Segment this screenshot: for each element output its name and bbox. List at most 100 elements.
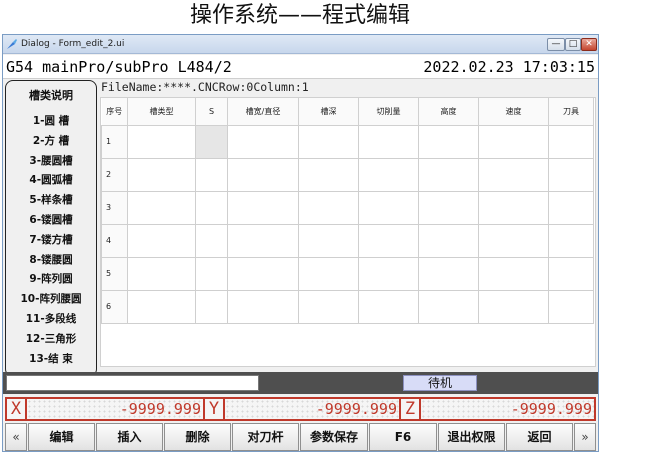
table-cell[interactable] <box>227 289 299 324</box>
table-cell[interactable] <box>227 124 299 159</box>
y-axis-label: Y <box>203 397 225 421</box>
table-cell[interactable] <box>478 256 549 291</box>
table-cell[interactable] <box>127 124 196 159</box>
table-cell[interactable] <box>227 190 299 225</box>
table-cell[interactable] <box>127 190 196 225</box>
table-cell[interactable] <box>195 289 228 324</box>
legend-list: 1-圆 槽 2-方 槽 3-腰圆槽 4-圆弧槽 5-样条槽 6-镂圆槽 7-镂方… <box>6 112 96 369</box>
table-cell[interactable] <box>127 289 196 324</box>
tool-setting-button[interactable]: 对刀杆 <box>232 423 299 451</box>
table-row: 2 <box>101 157 594 192</box>
table-cell[interactable] <box>358 256 419 291</box>
table-cell[interactable] <box>418 289 479 324</box>
table-cell[interactable] <box>478 223 549 258</box>
legend-item: 5-样条槽 <box>29 194 73 207</box>
table-cell[interactable] <box>478 124 549 159</box>
prev-page-button[interactable]: « <box>5 423 27 451</box>
legend-item: 8-镂腰圆 <box>29 253 73 266</box>
machine-state-indicator: 待机 <box>403 375 477 391</box>
table-cell[interactable] <box>358 124 419 159</box>
slot-table: 序号 槽类型 S 槽宽/直径 槽深 切削量 高度 速度 刀具 1 2 3 4 5… <box>101 98 594 324</box>
table-cell[interactable] <box>548 124 594 159</box>
col-header-tool: 刀具 <box>548 98 594 126</box>
table-cell[interactable] <box>195 256 228 291</box>
table-cell[interactable] <box>548 256 594 291</box>
delete-button[interactable]: 删除 <box>164 423 231 451</box>
back-button[interactable]: 返回 <box>506 423 573 451</box>
legend-item: 10-阵列腰圆 <box>20 293 82 306</box>
col-header-index: 序号 <box>101 98 128 126</box>
table-cell[interactable] <box>418 124 479 159</box>
table-row: 1 <box>101 124 594 159</box>
z-axis-label: Z <box>399 397 421 421</box>
legend-item: 4-圆弧槽 <box>29 174 73 187</box>
table-cell[interactable] <box>478 190 549 225</box>
f6-button[interactable]: F6 <box>369 423 437 451</box>
status-bar: G54 mainPro/subPro L484/2 2022.02.23 17:… <box>3 55 598 79</box>
table-cell[interactable] <box>478 157 549 192</box>
legend-item: 2-方 槽 <box>32 134 70 147</box>
table-cell[interactable] <box>227 223 299 258</box>
table-cell[interactable] <box>127 223 196 258</box>
table-cell[interactable] <box>418 223 479 258</box>
table-cell[interactable] <box>298 289 359 324</box>
table-cell-selected[interactable] <box>195 124 228 159</box>
table-header-row: 序号 槽类型 S 槽宽/直径 槽深 切削量 高度 速度 刀具 <box>101 98 594 126</box>
minimize-button[interactable]: — <box>547 38 565 51</box>
table-cell[interactable] <box>127 256 196 291</box>
table-cell[interactable] <box>195 190 228 225</box>
command-input[interactable] <box>6 375 259 391</box>
window-title: Dialog - Form_edit_2.ui <box>21 39 125 49</box>
page-title: 操作系统——程式编辑 <box>189 3 410 28</box>
table-cell[interactable] <box>418 256 479 291</box>
table-cell[interactable] <box>358 190 419 225</box>
table-cell[interactable] <box>418 157 479 192</box>
softkey-bar: « 编辑 插入 删除 对刀杆 参数保存 F6 退出权限 返回 » <box>3 423 598 451</box>
maximize-icon: □ <box>568 39 578 49</box>
table-cell[interactable] <box>478 289 549 324</box>
table-cell[interactable] <box>195 223 228 258</box>
slot-type-legend: 槽类说明 1-圆 槽 2-方 槽 3-腰圆槽 4-圆弧槽 5-样条槽 6-镂圆槽… <box>5 80 97 377</box>
col-header-depth: 槽深 <box>298 98 359 126</box>
table-cell[interactable] <box>298 256 359 291</box>
table-cell[interactable] <box>358 157 419 192</box>
table-cell[interactable] <box>298 223 359 258</box>
close-button[interactable]: ✕ <box>581 38 597 51</box>
window-titlebar[interactable]: Dialog - Form_edit_2.ui — □ ✕ <box>3 35 598 54</box>
row-index: 5 <box>101 256 128 291</box>
table-cell[interactable] <box>298 190 359 225</box>
legend-item: 3-腰圆槽 <box>29 154 73 167</box>
table-cell[interactable] <box>548 157 594 192</box>
input-bar: 待机 <box>3 372 598 394</box>
table-cell[interactable] <box>127 157 196 192</box>
minimize-icon: — <box>551 39 561 49</box>
table-cell[interactable] <box>548 223 594 258</box>
table-cell[interactable] <box>298 124 359 159</box>
table-cell[interactable] <box>195 157 228 192</box>
table-cell[interactable] <box>227 256 299 291</box>
row-index: 3 <box>101 190 128 225</box>
table-row: 6 <box>101 289 594 324</box>
next-page-button[interactable]: » <box>574 423 596 451</box>
legend-item: 1-圆 槽 <box>32 115 70 127</box>
slot-table-area[interactable]: 序号 槽类型 S 槽宽/直径 槽深 切削量 高度 速度 刀具 1 2 3 4 5… <box>100 97 596 367</box>
save-params-button[interactable]: 参数保存 <box>300 423 368 451</box>
legend-title: 槽类说明 <box>29 89 73 102</box>
col-header-width-diameter: 槽宽/直径 <box>227 98 299 126</box>
exit-permission-button[interactable]: 退出权限 <box>438 423 505 451</box>
legend-item: 13-结 束 <box>29 352 73 365</box>
col-header-height: 高度 <box>418 98 479 126</box>
qt-designer-icon <box>7 39 17 49</box>
table-cell[interactable] <box>418 190 479 225</box>
col-header-cut-amount: 切削量 <box>358 98 419 126</box>
table-cell[interactable] <box>548 190 594 225</box>
edit-button[interactable]: 编辑 <box>28 423 95 451</box>
table-cell[interactable] <box>358 289 419 324</box>
datetime-display: 2022.02.23 17:03:15 <box>423 58 595 76</box>
insert-button[interactable]: 插入 <box>96 423 163 451</box>
table-cell[interactable] <box>548 289 594 324</box>
table-cell[interactable] <box>298 157 359 192</box>
table-cell[interactable] <box>358 223 419 258</box>
maximize-button[interactable]: □ <box>565 38 581 51</box>
table-cell[interactable] <box>227 157 299 192</box>
